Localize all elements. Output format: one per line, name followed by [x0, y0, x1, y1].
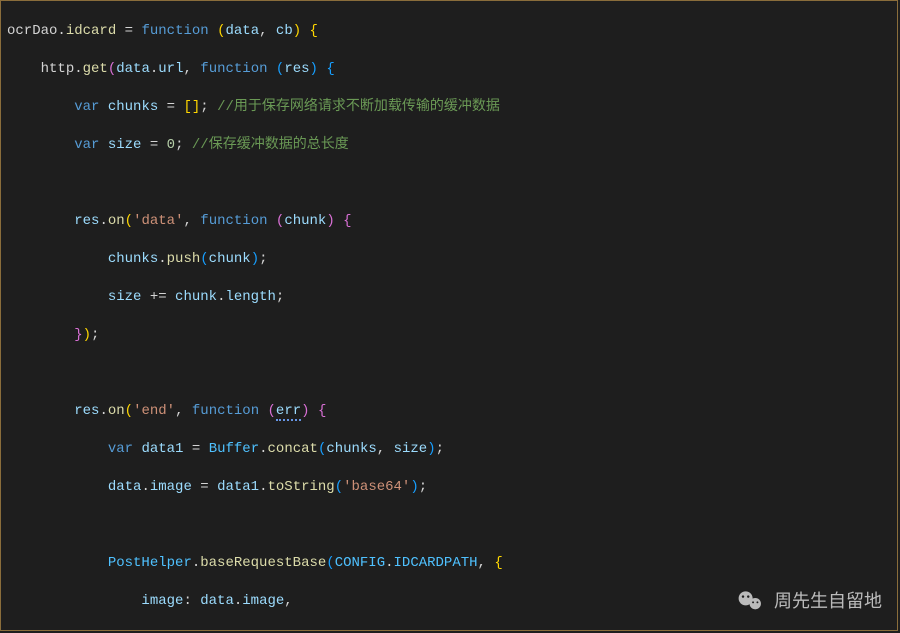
code-line: var size = 0; //保存缓冲数据的总长度	[7, 136, 891, 155]
code-line: id_card_side: 'front'	[7, 630, 891, 631]
code-line: http.get(data.url, function (res) {	[7, 60, 891, 79]
code-line	[7, 364, 891, 383]
code-line	[7, 516, 891, 535]
code-line	[7, 174, 891, 193]
code-line: ocrDao.idcard = function (data, cb) {	[7, 22, 891, 41]
lint-underline: err	[276, 403, 301, 421]
code-line: chunks.push(chunk);	[7, 250, 891, 269]
code-editor[interactable]: ocrDao.idcard = function (data, cb) { ht…	[0, 0, 898, 631]
code-line: size += chunk.length;	[7, 288, 891, 307]
code-line: var data1 = Buffer.concat(chunks, size);	[7, 440, 891, 459]
code-line: });	[7, 326, 891, 345]
code-line: data.image = data1.toString('base64');	[7, 478, 891, 497]
code-line: res.on('end', function (err) {	[7, 402, 891, 421]
code-line: PostHelper.baseRequestBase(CONFIG.IDCARD…	[7, 554, 891, 573]
code-line: image: data.image,	[7, 592, 891, 611]
code-line: var chunks = []; //用于保存网络请求不断加载传输的缓冲数据	[7, 98, 891, 117]
code-line: res.on('data', function (chunk) {	[7, 212, 891, 231]
